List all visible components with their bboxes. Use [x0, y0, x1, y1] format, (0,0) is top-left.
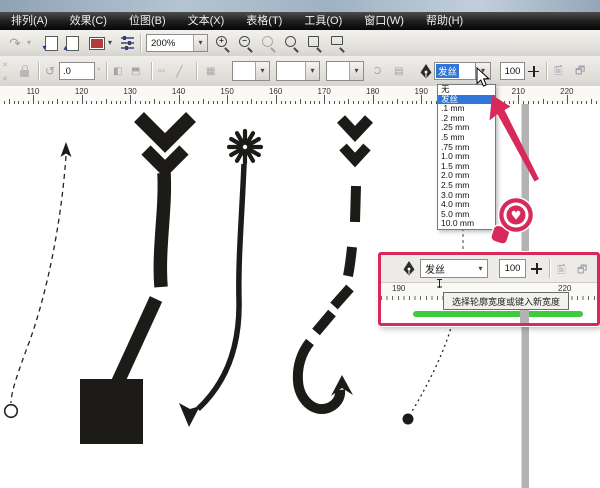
export-icon[interactable]: ▴: [63, 34, 81, 52]
redo-caret-icon[interactable]: ▾: [25, 34, 33, 52]
outline-width-field[interactable]: 发丝: [434, 62, 476, 80]
ruler-number: 120: [74, 87, 89, 96]
ruler-number: 220: [560, 87, 574, 96]
lock-ratio-icon: [20, 61, 29, 81]
group-icon: ▦: [206, 65, 216, 77]
rotation-angle-value: .0: [63, 65, 71, 77]
inset-outline-width-caret-icon[interactable]: ▾: [474, 260, 487, 277]
horizontal-ruler[interactable]: 110 120 130 140 150 160 170 180 190 210 220: [0, 86, 600, 105]
zoom-out-icon[interactable]: −: [237, 34, 254, 53]
inset-outline-pen-icon: [403, 261, 415, 281]
ruler-number: 210: [511, 87, 525, 96]
inset-ruler-number: 190: [392, 284, 406, 293]
edit-nodes-icon: ▫▫: [158, 65, 166, 77]
inset-outline-scale-field[interactable]: 100: [499, 259, 526, 278]
toolbar-edge-handle: ✕ ✕: [2, 62, 8, 83]
app-window: 排列(A) 效果(C) 位图(B) 文本(X) 表格(T) 工具(O) 窗口(W) 帮助(H)…: [0, 0, 600, 488]
zoom-combo-caret-icon[interactable]: ▾: [193, 35, 207, 51]
menu-item[interactable]: 效果(C): [59, 12, 118, 30]
outline-scale-field[interactable]: 100: [500, 62, 525, 80]
ruler-number: 130: [123, 87, 137, 96]
options-icon[interactable]: [118, 34, 136, 52]
mirror-vertical-icon: ⬒: [131, 65, 141, 77]
inset-toolbar: 发丝 ▾ 100 🖺 🗗: [381, 255, 597, 283]
menu-bar: 排列(A) 效果(C) 位图(B) 文本(X) 表格(T) 工具(O) 窗口(W) 帮助(H): [0, 12, 600, 30]
line-style-combo[interactable]: ▾: [276, 61, 320, 81]
offset-stepper-icon[interactable]: [528, 61, 541, 81]
ruler-number: 180: [366, 87, 380, 96]
zoom-level-value: 200%: [151, 37, 176, 49]
ruler-number: 170: [317, 87, 331, 96]
rotate-icon: ↺: [45, 64, 56, 78]
desktop-strip: [0, 0, 600, 12]
ruler-number: 190: [414, 87, 428, 96]
zoom-to-page-icon[interactable]: [306, 34, 323, 53]
zoom-all-objects-icon[interactable]: [283, 34, 300, 53]
text-cursor-icon: [436, 279, 444, 288]
import-icon[interactable]: ▾: [42, 34, 60, 52]
menu-item[interactable]: 文本(X): [177, 12, 236, 30]
inset-outline-scale-value: 100: [504, 263, 521, 274]
start-arrowhead-combo[interactable]: ▾: [232, 61, 270, 81]
redo-icon[interactable]: ↷: [6, 34, 24, 52]
menu-item[interactable]: 窗口(W): [353, 12, 415, 30]
launcher-caret-icon[interactable]: ▾: [106, 34, 114, 52]
menu-item[interactable]: 位图(B): [118, 12, 177, 30]
line-style-caret-icon[interactable]: ▾: [305, 62, 319, 80]
share-attributes-icon: 🗗: [575, 64, 586, 77]
outline-pen-icon: [420, 61, 433, 81]
zoom-level-combo[interactable]: 200% ▾: [146, 34, 208, 52]
ruler-number: 150: [220, 87, 234, 96]
convert-to-curves-icon: ╱: [176, 65, 183, 78]
degree-label: °: [97, 66, 101, 76]
menu-item[interactable]: 工具(O): [293, 12, 353, 30]
inset-outline-width-value: 发丝: [425, 265, 445, 276]
text-wrap-icon: ▤: [394, 65, 404, 77]
ruler-number: 160: [268, 87, 283, 96]
inset-offset-stepper-icon[interactable]: [531, 263, 542, 274]
close-curve-icon: Ɔ: [374, 65, 382, 77]
mirror-horizontal-icon: ◧: [113, 65, 123, 77]
end-arrowhead-combo[interactable]: ▾: [326, 61, 364, 81]
ruler-number: 110: [26, 87, 40, 96]
inset-outline-width-combo[interactable]: 发丝 ▾: [420, 259, 488, 278]
dropdown-item[interactable]: 10.0 mm: [438, 219, 495, 229]
zoom-page-width-icon[interactable]: [329, 34, 346, 53]
outline-width-tooltip: 选择轮廓宽度或键入新宽度: [443, 292, 569, 310]
rotation-angle-field[interactable]: .0: [59, 62, 95, 80]
zoom-selected-icon: [260, 34, 277, 53]
property-bar: ✕ ✕ ↺ .0 ° ◧ ⬒ ▫▫ ╱ ▦ ▾ ▾ ▾ Ɔ ▤ 发丝 ▾ 100…: [0, 56, 600, 87]
outline-width-dropdown-list: 无发丝 .1 mm .2 mm .25 mm .5 mm .75 mm 1.0 mm 1.5 …: [437, 84, 496, 230]
magnified-inset-panel: 发丝 ▾ 100 🖺 🗗 190 220 选择轮廓宽度或键入新宽度: [378, 252, 600, 326]
start-arrowhead-caret-icon[interactable]: ▾: [255, 62, 269, 80]
inset-share-attributes-icon: 🗗: [577, 264, 588, 276]
end-arrowhead-caret-icon[interactable]: ▾: [349, 62, 363, 80]
standard-toolbar: ↷ ▾ ▾ ▴ ▾ 200% ▾ + −: [0, 30, 600, 57]
ruler-number: 140: [171, 87, 186, 96]
inset-lock-outline-icon: 🖺: [557, 264, 566, 276]
green-underline-bar: [413, 311, 583, 317]
menu-item[interactable]: 排列(A): [0, 12, 59, 30]
outline-width-caret-icon[interactable]: ▾: [476, 63, 490, 79]
outline-width-value: 发丝: [436, 64, 460, 78]
zoom-in-icon[interactable]: +: [214, 34, 231, 53]
application-launcher-icon[interactable]: [88, 34, 106, 52]
menu-item[interactable]: 帮助(H): [415, 12, 474, 30]
outline-scale-value: 100: [504, 65, 521, 77]
menu-item[interactable]: 表格(T): [235, 12, 293, 30]
lock-outline-icon: 🖺: [554, 64, 563, 77]
